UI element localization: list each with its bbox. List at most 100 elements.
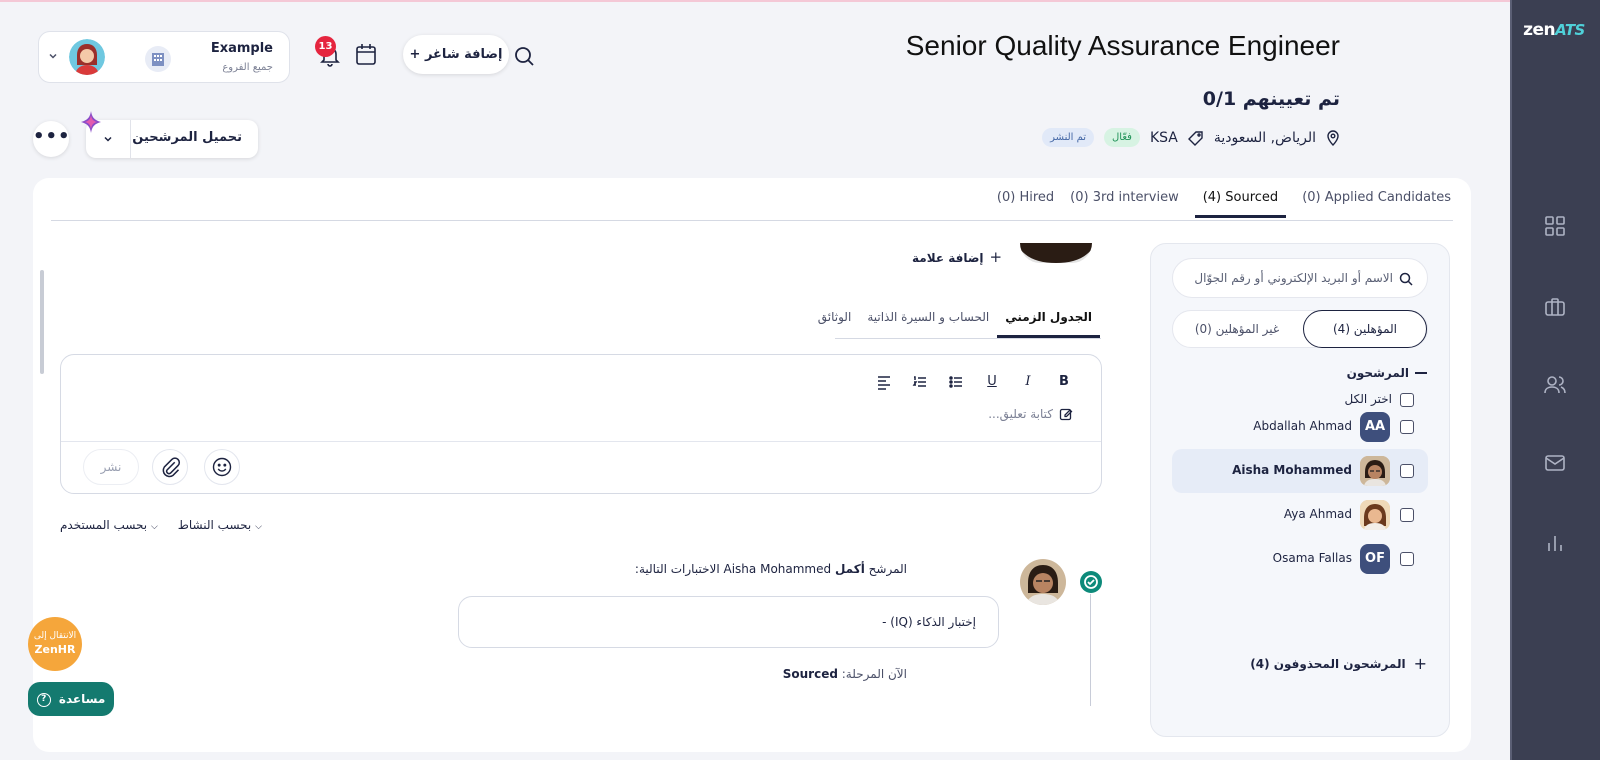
- collapse-icon: [1415, 372, 1427, 374]
- help-icon: ?: [36, 692, 51, 707]
- candidate-name: Aya Ahmad: [1283, 507, 1352, 521]
- button-divider: [130, 120, 131, 158]
- notification-badge: 13: [315, 36, 336, 57]
- edit-icon: [1059, 407, 1073, 421]
- search-placeholder: الاسم أو البريد الإلكتروني أو رقم الجوّا…: [1194, 271, 1393, 285]
- candidate-search-input[interactable]: الاسم أو البريد الإلكتروني أو رقم الجوّا…: [1172, 258, 1428, 298]
- candidate-avatar: [1360, 500, 1390, 530]
- group-title: المرشحون: [1346, 366, 1409, 380]
- profile-tabs: الجدول الزمني الحساب و السيرة الذاتية ال…: [810, 306, 1100, 338]
- candidate-checkbox[interactable]: [1400, 552, 1414, 566]
- profile-tabs-divider: [835, 338, 1101, 339]
- add-vacancy-button[interactable]: + إضافة شاغر: [403, 35, 509, 74]
- help-label: مساعدة: [58, 692, 106, 706]
- candidate-avatar: AA: [1360, 412, 1390, 442]
- current-stage: الآن المرحلة: Sourced: [782, 667, 907, 681]
- job-tag: KSA: [1149, 129, 1178, 146]
- filter-by-activity[interactable]: بحسب النشاط ⌵: [178, 518, 262, 532]
- tag-icon: [1187, 130, 1204, 146]
- completed-test-item: إختبار الذكاء (IQ) -: [458, 596, 999, 648]
- align-left-icon[interactable]: [875, 373, 893, 391]
- chevron-down-icon: ⌵: [150, 522, 158, 532]
- logo-sub: ATS: [1555, 21, 1585, 39]
- candidate-profile-photo: [1020, 243, 1092, 263]
- publish-button[interactable]: نشر: [83, 449, 139, 485]
- bullet-list-icon[interactable]: [947, 373, 965, 391]
- tab-documents[interactable]: الوثائق: [810, 306, 860, 338]
- users-icon[interactable]: [1543, 373, 1567, 397]
- candidate-checkbox[interactable]: [1400, 464, 1414, 478]
- mail-icon[interactable]: [1543, 451, 1567, 475]
- candidate-row-selected[interactable]: Aisha Mohammed: [1172, 449, 1428, 493]
- deleted-label: المرشحون المحذوفون (4): [1250, 656, 1406, 671]
- candidates-list-panel: الاسم أو البريد الإلكتروني أو رقم الجوّا…: [1150, 243, 1450, 737]
- job-meta: الرياض, السعودية KSA فعّال تم النشر: [1042, 128, 1340, 147]
- add-tag-button[interactable]: + إضافة علامة: [912, 248, 1003, 266]
- tab-sourced[interactable]: (4) Sourced: [1194, 190, 1287, 218]
- status-badge-published: تم النشر: [1042, 128, 1095, 147]
- app-logo[interactable]: zenATS: [1522, 20, 1586, 40]
- timeline-event-text: المرشح أكمل Aisha Mohammed الاختبارات ال…: [634, 562, 907, 576]
- logo-main: zen: [1523, 20, 1556, 40]
- plus-icon: +: [989, 248, 1003, 266]
- candidate-checkbox[interactable]: [1400, 420, 1414, 434]
- event-candidate-avatar: [1020, 559, 1066, 605]
- candidate-row[interactable]: OF Osama Fallas: [1172, 537, 1428, 581]
- reports-icon[interactable]: [1543, 531, 1567, 555]
- zenhr-label: ZenHR: [34, 643, 76, 656]
- timeline-line: [1090, 594, 1091, 706]
- emoji-icon[interactable]: [204, 449, 240, 485]
- sidebar: zenATS: [1510, 0, 1600, 760]
- timeline-filters: بحسب النشاط ⌵ بحسب المستخدم ⌵: [60, 518, 262, 532]
- briefcase-icon[interactable]: [1543, 295, 1567, 319]
- calendar-icon[interactable]: [351, 40, 381, 70]
- more-options-button[interactable]: •••: [33, 121, 70, 157]
- qualification-toggle: المؤهلين (4) غير المؤهلين (0): [1172, 310, 1428, 348]
- status-badge-active: فعّال: [1104, 128, 1140, 147]
- comment-editor: B I U كتابة تعليق... نشر: [60, 354, 1102, 494]
- goto-zenhr-button[interactable]: الانتقال إلى ZenHR: [28, 617, 82, 671]
- job-title: Senior Quality Assurance Engineer: [905, 30, 1340, 61]
- help-button[interactable]: مساعدة ?: [28, 682, 114, 716]
- underline-icon[interactable]: U: [983, 373, 1001, 391]
- user-switcher[interactable]: Example جميع الفروع: [38, 31, 290, 83]
- italic-icon[interactable]: I: [1019, 373, 1037, 391]
- chevron-down-icon[interactable]: [47, 50, 59, 62]
- tab-3rd-interview[interactable]: (0) 3rd interview: [1070, 190, 1179, 218]
- tab-profile-cv[interactable]: الحساب و السيرة الذاتية: [859, 306, 997, 338]
- tabs-divider: [51, 220, 1453, 221]
- load-candidates-button[interactable]: تحميل المرشحين: [86, 120, 258, 158]
- comment-placeholder: كتابة تعليق...: [988, 407, 1053, 421]
- candidate-row[interactable]: AA Abdallah Ahmad: [1172, 405, 1428, 449]
- editor-toolbar: B I U: [875, 373, 1073, 391]
- editor-divider: [61, 441, 1101, 442]
- bold-icon[interactable]: B: [1055, 373, 1073, 391]
- candidate-name: Aisha Mohammed: [1232, 463, 1352, 477]
- candidates-group-header[interactable]: المرشحون: [1347, 366, 1427, 380]
- tab-hired[interactable]: (0) Hired: [997, 190, 1054, 218]
- search-icon: [1399, 272, 1413, 286]
- tab-applied[interactable]: (0) Applied Candidates: [1302, 190, 1451, 218]
- numbered-list-icon[interactable]: [911, 373, 929, 391]
- hired-count: 0/1 تم تعيينهم: [1202, 88, 1340, 110]
- deleted-candidates-toggle[interactable]: + المرشحون المحذوفون (4): [1250, 654, 1427, 673]
- candidate-name: Osama Fallas: [1272, 551, 1352, 565]
- job-location: الرياض, السعودية: [1213, 129, 1316, 146]
- tab-timeline[interactable]: الجدول الزمني: [997, 306, 1100, 338]
- dashboard-icon[interactable]: [1543, 214, 1567, 238]
- candidate-avatar: [1360, 456, 1390, 486]
- candidate-checkbox[interactable]: [1400, 508, 1414, 522]
- candidate-row[interactable]: Aya Ahmad: [1172, 493, 1428, 537]
- unqualified-tab[interactable]: غير المؤهلين (0): [1173, 311, 1301, 347]
- scrollbar[interactable]: [40, 270, 44, 374]
- select-all-label: اختر الكل: [1344, 392, 1392, 406]
- attachment-icon[interactable]: [152, 449, 188, 485]
- qualified-tab[interactable]: المؤهلين (4): [1303, 310, 1427, 348]
- search-icon[interactable]: [510, 42, 540, 72]
- ai-sparkle-icon: [76, 108, 106, 138]
- comment-input[interactable]: كتابة تعليق...: [988, 407, 1073, 421]
- main-area: Example جميع الفروع 13 + إضافة شاغر Seni…: [0, 0, 1510, 760]
- filter-by-user[interactable]: بحسب المستخدم ⌵: [60, 518, 158, 532]
- add-tag-label: إضافة علامة: [912, 251, 984, 265]
- candidate-avatar: OF: [1360, 544, 1390, 574]
